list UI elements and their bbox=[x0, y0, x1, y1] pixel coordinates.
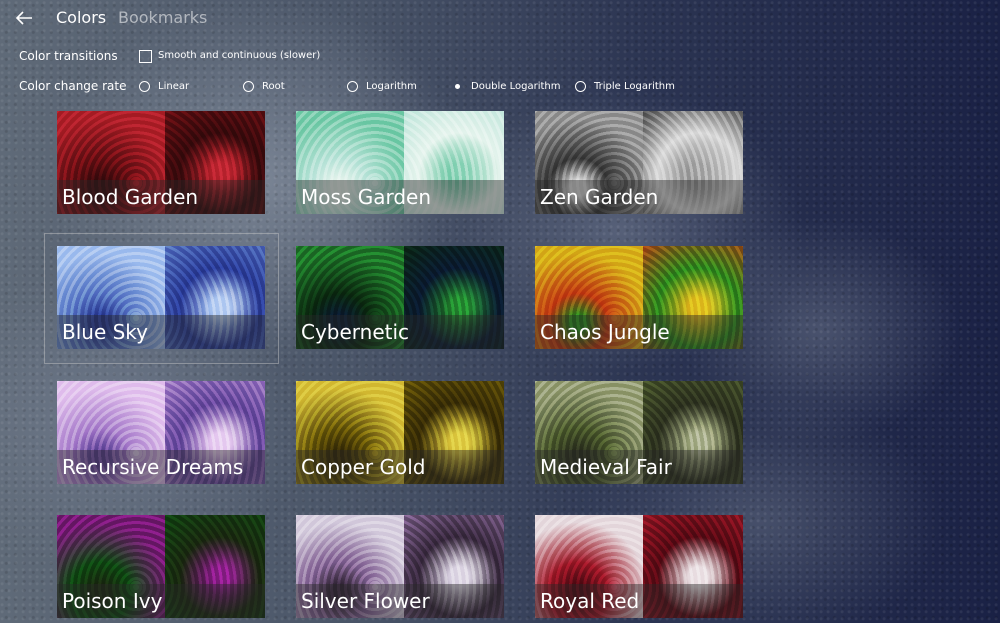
radio-label-root: Root bbox=[262, 80, 285, 92]
palette-name: Zen Garden bbox=[540, 185, 659, 209]
palette-name: Cybernetic bbox=[301, 320, 410, 344]
radio-triple-logarithm[interactable]: Triple Logarithm bbox=[575, 79, 675, 93]
tab-colors[interactable]: Colors bbox=[56, 8, 106, 27]
palette-tile-moss-garden[interactable]: Moss Garden bbox=[296, 111, 504, 214]
color-transitions-label: Color transitions bbox=[19, 49, 118, 63]
palette-name: Recursive Dreams bbox=[62, 455, 244, 479]
palette-tile-royal-red[interactable]: Royal Red bbox=[535, 515, 743, 618]
palette-tile-recursive-dreams[interactable]: Recursive Dreams bbox=[57, 381, 265, 484]
color-change-rate-label: Color change rate bbox=[19, 79, 127, 93]
smooth-checkbox-label[interactable]: Smooth and continuous (slower) bbox=[158, 50, 320, 61]
radio-double-logarithm[interactable]: Double Logarithm bbox=[452, 79, 561, 93]
radio-dot bbox=[243, 80, 254, 92]
radio-dot bbox=[347, 80, 358, 92]
radio-label-double-logarithm: Double Logarithm bbox=[471, 80, 561, 92]
palette-name: Royal Red bbox=[540, 589, 640, 613]
radio-dot-selected bbox=[452, 81, 463, 92]
radio-root[interactable]: Root bbox=[243, 79, 285, 93]
radio-label-linear: Linear bbox=[158, 80, 190, 92]
palette-name: Medieval Fair bbox=[540, 455, 672, 479]
radio-dot bbox=[575, 80, 586, 92]
palette-tile-silver-flower[interactable]: Silver Flower bbox=[296, 515, 504, 618]
tab-bookmarks[interactable]: Bookmarks bbox=[118, 8, 207, 27]
palette-name: Poison Ivy bbox=[62, 589, 163, 613]
palette-tile-blood-garden[interactable]: Blood Garden bbox=[57, 111, 265, 214]
radio-logarithm[interactable]: Logarithm bbox=[347, 79, 417, 93]
palette-tile-blue-sky[interactable]: Blue Sky bbox=[57, 246, 265, 349]
smooth-checkbox[interactable] bbox=[139, 50, 152, 63]
palette-tile-poison-ivy[interactable]: Poison Ivy bbox=[57, 515, 265, 618]
palette-tile-cybernetic[interactable]: Cybernetic bbox=[296, 246, 504, 349]
radio-dot bbox=[139, 80, 150, 92]
header: Colors Bookmarks bbox=[0, 0, 1000, 36]
palette-name: Chaos Jungle bbox=[540, 320, 670, 344]
palette-tile-copper-gold[interactable]: Copper Gold bbox=[296, 381, 504, 484]
radio-linear[interactable]: Linear bbox=[139, 79, 189, 93]
palette-name: Moss Garden bbox=[301, 185, 431, 209]
palette-tile-zen-garden[interactable]: Zen Garden bbox=[535, 111, 743, 214]
radio-label-triple-logarithm: Triple Logarithm bbox=[594, 80, 675, 92]
palette-name: Copper Gold bbox=[301, 455, 426, 479]
palette-name: Blood Garden bbox=[62, 185, 199, 209]
palette-name: Blue Sky bbox=[62, 320, 149, 344]
palette-name: Silver Flower bbox=[301, 589, 430, 613]
radio-label-logarithm: Logarithm bbox=[366, 80, 417, 92]
palette-tile-medieval-fair[interactable]: Medieval Fair bbox=[535, 381, 743, 484]
back-arrow-icon[interactable] bbox=[12, 6, 36, 30]
palette-tile-chaos-jungle[interactable]: Chaos Jungle bbox=[535, 246, 743, 349]
